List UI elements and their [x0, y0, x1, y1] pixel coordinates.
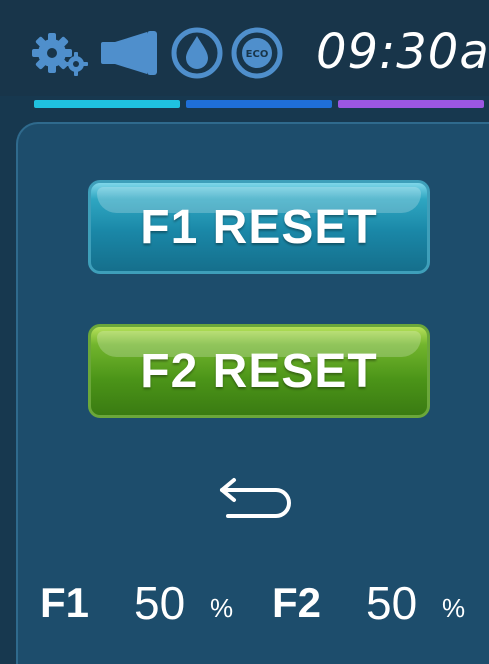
- f2-value: 50: [366, 577, 418, 629]
- tab-indicator-3[interactable]: [338, 100, 484, 108]
- f1-unit: %: [210, 593, 234, 623]
- f1-reset-label: F1 RESET: [140, 200, 378, 254]
- device-screen: ECO 09:30a F1 RESET F2 RESET F1 50 % F2 …: [0, 0, 489, 664]
- speaker-icon[interactable]: [95, 30, 161, 76]
- f1-label: F1: [40, 579, 90, 626]
- f2-reset-button[interactable]: F2 RESET: [88, 324, 430, 418]
- status-bar: ECO 09:30a: [0, 0, 489, 108]
- f2-unit: %: [442, 593, 466, 623]
- gear-icon[interactable]: [30, 28, 90, 78]
- drop-icon[interactable]: [170, 26, 224, 80]
- tab-indicator-2[interactable]: [186, 100, 332, 108]
- eco-icon[interactable]: ECO: [230, 26, 284, 80]
- f2-reset-label: F2 RESET: [140, 344, 378, 398]
- clock-time: 09:30a: [316, 24, 489, 80]
- f1-reset-button[interactable]: F1 RESET: [88, 180, 430, 274]
- eco-icon-label: ECO: [246, 49, 269, 60]
- filter-status-footer: F1 50 % F2 50 %: [0, 570, 489, 640]
- f2-label: F2: [272, 579, 322, 626]
- f1-value: 50: [134, 577, 186, 629]
- back-arrow-icon[interactable]: [214, 468, 300, 524]
- tab-indicator-1[interactable]: [34, 100, 180, 108]
